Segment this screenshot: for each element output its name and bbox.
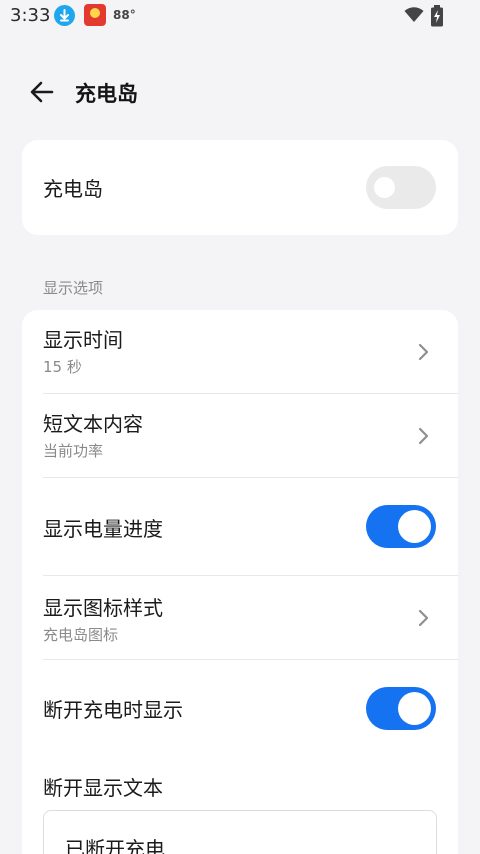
chevron-right-icon: [416, 426, 430, 446]
short-text-row[interactable]: 短文本内容 当前功率: [22, 394, 458, 477]
chevron-right-icon: [416, 608, 430, 628]
master-toggle-card: 充电岛: [22, 140, 458, 235]
app-header: 充电岛: [0, 60, 480, 124]
short-text-value: 当前功率: [43, 442, 104, 460]
app-notification-icon: [84, 4, 106, 26]
display-time-value: 15 秒: [43, 358, 82, 376]
display-time-title: 显示时间: [43, 328, 123, 352]
download-icon: [54, 5, 75, 26]
display-time-row[interactable]: 显示时间 15 秒: [22, 310, 458, 393]
battery-progress-title: 显示电量进度: [43, 517, 163, 541]
battery-progress-toggle[interactable]: [366, 505, 436, 548]
page-title: 充电岛: [75, 82, 138, 106]
show-on-disconnect-row[interactable]: 断开充电时显示: [22, 660, 458, 756]
display-options-card: 显示时间 15 秒 短文本内容 当前功率 显示电量进度 显示图标样式 充电岛图标…: [22, 310, 458, 854]
show-on-disconnect-title: 断开充电时显示: [43, 698, 183, 722]
status-temperature: 88°: [113, 8, 136, 22]
disconnect-text-input[interactable]: 已断开充电: [43, 810, 437, 854]
chevron-right-icon: [416, 342, 430, 362]
show-on-disconnect-toggle[interactable]: [366, 687, 436, 730]
master-toggle-row[interactable]: 充电岛: [22, 140, 458, 235]
disconnect-text-value: 已断开充电: [65, 837, 165, 854]
short-text-title: 短文本内容: [43, 412, 143, 436]
icon-style-value: 充电岛图标: [43, 626, 119, 644]
icon-style-title: 显示图标样式: [43, 596, 163, 620]
master-toggle-label: 充电岛: [43, 177, 103, 201]
icon-style-row[interactable]: 显示图标样式 充电岛图标: [22, 576, 458, 659]
master-toggle-switch[interactable]: [366, 166, 436, 209]
battery-progress-row[interactable]: 显示电量进度: [22, 478, 458, 575]
battery-charging-icon: [430, 5, 444, 31]
disconnect-text-title: 断开显示文本: [43, 776, 163, 800]
status-time: 3:33: [10, 5, 51, 26]
section-label: 显示选项: [43, 279, 104, 297]
arrow-left-icon[interactable]: [26, 76, 58, 108]
toggle-knob: [398, 692, 431, 725]
toggle-knob: [374, 177, 395, 198]
status-bar: 3:33 88°: [0, 0, 480, 32]
wifi-icon: [404, 7, 424, 27]
toggle-knob: [398, 510, 431, 543]
